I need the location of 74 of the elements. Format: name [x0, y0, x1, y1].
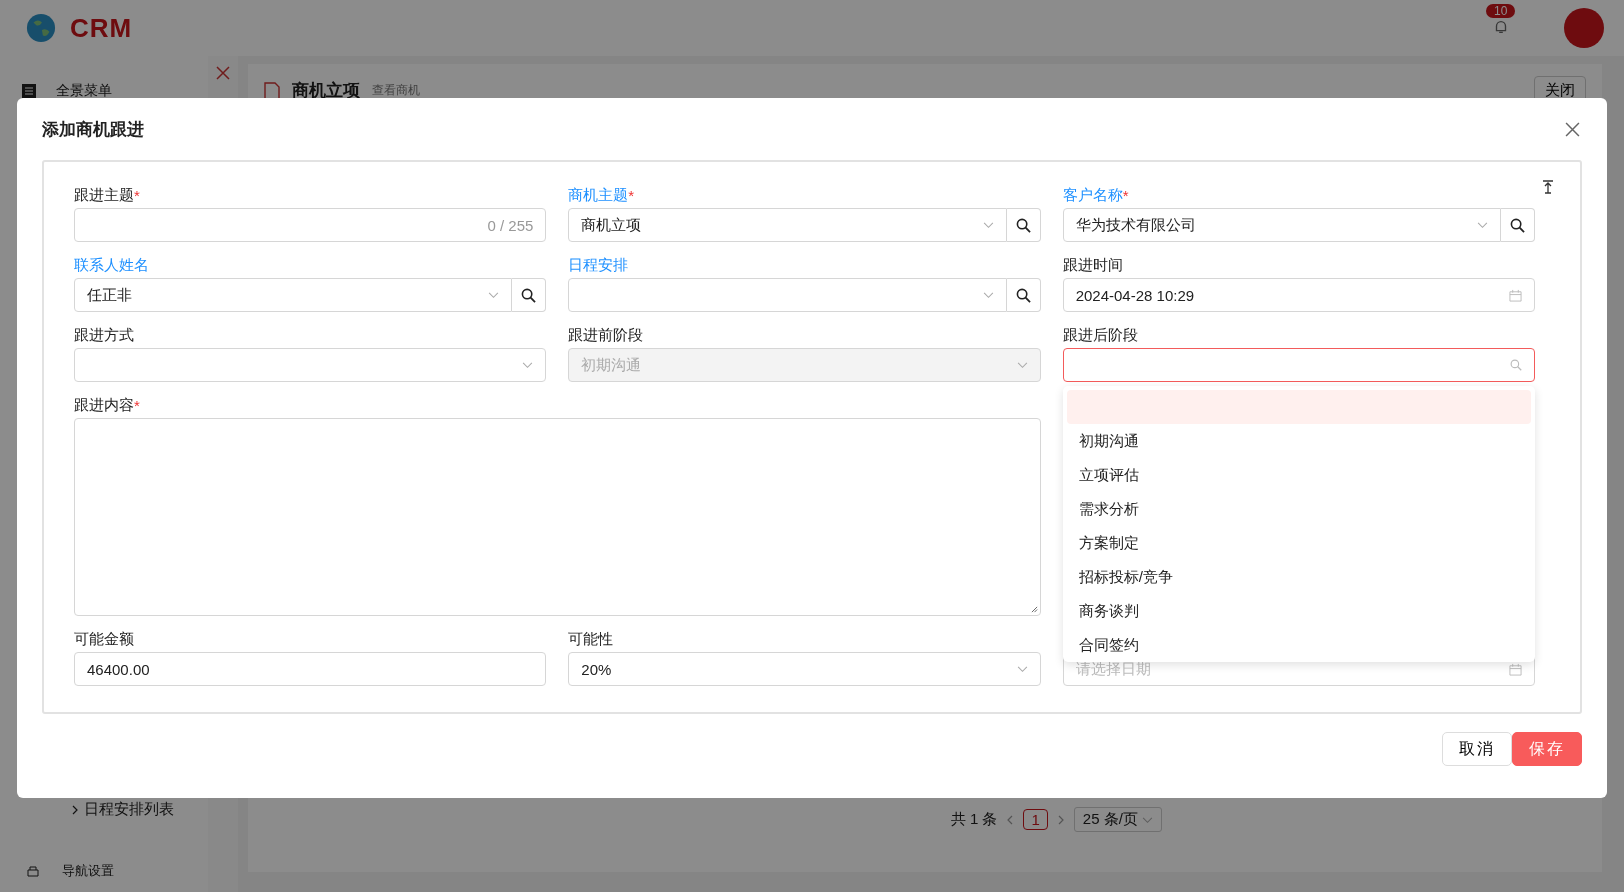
dropdown-option[interactable]: 方案制定 — [1066, 526, 1531, 560]
page-button[interactable]: 1 — [1023, 809, 1048, 830]
field-label: 跟进内容 — [74, 395, 134, 415]
chevron-down-icon — [522, 361, 534, 369]
select-field[interactable]: 华为技术有限公司 — [1062, 208, 1501, 242]
menu-title[interactable]: 全景菜单 — [56, 82, 112, 100]
dialog-title: 添加商机跟进 — [42, 118, 144, 141]
chevron-down-icon — [982, 291, 994, 299]
text-field[interactable]: 46400.00 — [74, 652, 547, 686]
cancel-button[interactable]: 取消 — [1442, 732, 1512, 766]
search-icon — [1510, 359, 1522, 371]
dropdown-option[interactable]: 立项评估 — [1066, 458, 1531, 492]
chevron-down-icon — [488, 291, 500, 299]
field-value: 商机立项 — [581, 215, 642, 235]
search-icon — [1015, 217, 1031, 233]
logo-text: CRM — [70, 12, 133, 44]
dropdown-option[interactable]: 初期沟通 — [1066, 424, 1531, 458]
select-field[interactable]: 任正非 — [74, 278, 513, 312]
select-field[interactable] — [1062, 348, 1535, 382]
globe-icon — [26, 13, 56, 43]
avatar[interactable] — [1564, 8, 1604, 48]
search-icon — [1015, 287, 1031, 303]
sidebar-item[interactable]: 日程安排列表 — [84, 800, 174, 819]
total-count: 共 1 条 — [950, 810, 998, 829]
required-mark: * — [134, 396, 140, 414]
field-placeholder: 请选择日期 — [1075, 659, 1151, 679]
chevron-right-icon[interactable] — [72, 804, 78, 815]
field-label: 可能金额 — [74, 629, 134, 649]
field-value: 任正非 — [87, 285, 132, 305]
dropdown-option[interactable]: 商务谈判 — [1066, 594, 1531, 628]
close-icon[interactable] — [216, 66, 230, 80]
search-button[interactable] — [512, 278, 547, 312]
search-icon — [1510, 217, 1525, 233]
nav-settings-link[interactable]: 导航设置 — [62, 862, 114, 880]
resize-grip-icon[interactable] — [1030, 606, 1038, 613]
field-label: 可能性 — [568, 629, 614, 649]
field-label: 跟进方式 — [74, 325, 134, 345]
chevron-down-icon — [982, 221, 994, 229]
search-button[interactable] — [1501, 208, 1535, 242]
calendar-icon — [1509, 288, 1522, 302]
select-field[interactable]: 20% — [568, 652, 1041, 686]
field-label: 跟进前阶段 — [568, 325, 644, 345]
field-value: 46400.00 — [87, 660, 150, 678]
chevron-down-icon — [1016, 665, 1028, 673]
notification-badge: 10 — [1486, 3, 1516, 18]
required-mark: * — [628, 186, 635, 204]
search-icon — [521, 287, 537, 303]
field-value: 20% — [581, 660, 612, 678]
page-size-select[interactable]: 25 条/页 — [1073, 807, 1162, 832]
chevron-down-icon — [1142, 816, 1153, 824]
page-title: 商机立项 — [292, 80, 360, 102]
search-button[interactable] — [1006, 208, 1041, 242]
collapse-icon[interactable] — [1542, 180, 1554, 194]
field-label: 跟进主题 — [74, 185, 134, 205]
menu-icon[interactable] — [22, 84, 36, 98]
select-field[interactable]: 商机立项 — [568, 208, 1007, 242]
required-mark: * — [134, 186, 140, 204]
dropdown-option[interactable]: 招标投标/竞争 — [1066, 560, 1531, 594]
chevron-down-icon — [1477, 221, 1488, 229]
page-subtitle: 查看商机 — [372, 82, 420, 99]
field-value: 初期沟通 — [581, 355, 642, 375]
close-icon[interactable] — [1565, 121, 1580, 137]
dropdown-option[interactable]: 需求分析 — [1066, 492, 1531, 526]
chevron-left-icon[interactable] — [1007, 814, 1014, 825]
field-value: 2024-04-28 10:29 — [1075, 286, 1195, 304]
field-value: 华为技术有限公司 — [1075, 215, 1196, 235]
date-field[interactable]: 2024-04-28 10:29 — [1062, 278, 1535, 312]
char-counter: 0 / 255 — [487, 216, 534, 234]
required-mark: * — [1122, 186, 1129, 204]
field-label: 跟进后阶段 — [1062, 325, 1138, 345]
chevron-down-icon — [1016, 361, 1028, 369]
calendar-icon — [1509, 662, 1522, 676]
search-button[interactable] — [1006, 278, 1041, 312]
field-label: 跟进时间 — [1062, 255, 1123, 275]
